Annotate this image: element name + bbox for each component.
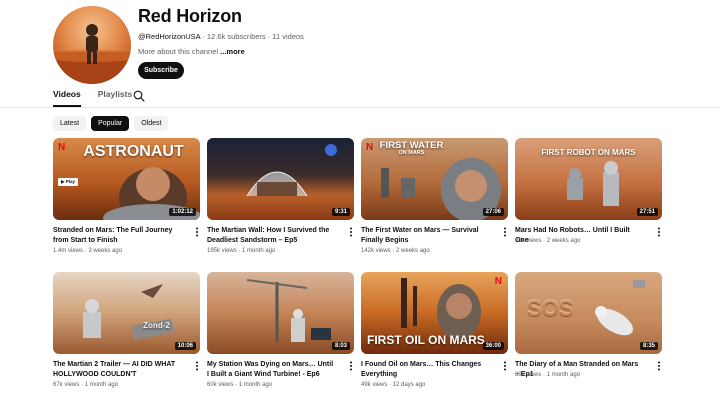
video-card[interactable]: 8:03 My Station Was Dying on Mars… Until… bbox=[207, 272, 354, 388]
thumbnail-title: Zond-2 bbox=[143, 321, 170, 330]
video-duration: 8:35 bbox=[639, 342, 658, 350]
more-vert-icon[interactable] bbox=[502, 227, 508, 237]
video-thumbnail[interactable]: 9:31 bbox=[207, 138, 354, 220]
play-badge-label: Play bbox=[65, 179, 75, 184]
thumbnail-subtitle: ON MARS bbox=[398, 150, 425, 156]
video-title[interactable]: My Station Was Dying on Mars… Until I Bu… bbox=[207, 360, 335, 380]
video-duration: 9:31 bbox=[331, 208, 350, 216]
view-count: 60k views bbox=[207, 382, 234, 388]
chip-latest[interactable]: Latest bbox=[53, 116, 87, 131]
upload-age: 1 month ago bbox=[242, 248, 276, 254]
video-title[interactable]: The First Water on Mars — Survival Final… bbox=[361, 226, 489, 246]
upload-age: 12 days ago bbox=[392, 382, 426, 388]
channel-handle: @RedHorizonUSA bbox=[138, 32, 201, 41]
about-text: More about this channel bbox=[138, 47, 219, 56]
tab-playlists[interactable]: Playlists bbox=[98, 89, 133, 107]
video-card[interactable]: SOS 8:35 The Diary of a Man Stranded on … bbox=[515, 272, 662, 378]
video-card[interactable]: N FIRST OIL ON MARS 36:00 I Found Oil on… bbox=[361, 272, 508, 388]
upload-age: 1 month ago bbox=[84, 382, 119, 388]
video-meta: 142k views · 2 weeks ago bbox=[361, 248, 430, 254]
netflix-badge: N bbox=[494, 276, 502, 287]
netflix-badge: N bbox=[58, 142, 66, 153]
tabs-divider bbox=[0, 107, 720, 108]
video-thumbnail[interactable]: FIRST ROBOT ON MARS 27:51 bbox=[515, 138, 662, 220]
channel-meta: @RedHorizonUSA · 12.6k subscribers · 11 … bbox=[138, 32, 304, 41]
video-card[interactable]: N ASTRONAUT ▶ Play 1:02:12 Stranded on M… bbox=[53, 138, 200, 254]
video-thumbnail[interactable]: Zond-2 10:06 bbox=[53, 272, 200, 354]
thumbnail-title: ASTRONAUT bbox=[83, 143, 184, 160]
video-meta: 39k views · 1 month ago bbox=[515, 372, 580, 378]
video-meta: 1.4m views · 3 weeks ago bbox=[53, 248, 122, 254]
astronaut-avatar-art bbox=[53, 24, 131, 84]
video-thumbnail[interactable]: 8:03 bbox=[207, 272, 354, 354]
view-count: 39k views bbox=[515, 372, 542, 378]
thumbnail-title: SOS bbox=[527, 296, 574, 321]
view-count: 1.4m views bbox=[53, 248, 84, 254]
more-vert-icon[interactable] bbox=[656, 227, 662, 237]
video-count: 11 videos bbox=[272, 32, 304, 41]
video-title[interactable]: Stranded on Mars: The Full Journey from … bbox=[53, 226, 181, 246]
view-count: 81k views bbox=[515, 238, 542, 244]
video-thumbnail[interactable]: N ASTRONAUT ▶ Play 1:02:12 bbox=[53, 138, 200, 220]
channel-about[interactable]: More about this channel ...more bbox=[138, 47, 245, 56]
thumbnail-title: FIRST OIL ON MARS bbox=[367, 333, 485, 347]
upload-age: 1 month ago bbox=[238, 382, 273, 388]
more-vert-icon[interactable] bbox=[502, 361, 508, 371]
subscribe-button[interactable]: Subscribe bbox=[138, 62, 184, 79]
video-title[interactable]: I Found Oil on Mars… This Changes Everyt… bbox=[361, 360, 489, 380]
search-icon[interactable] bbox=[133, 90, 145, 102]
video-duration: 36:00 bbox=[482, 342, 504, 350]
view-count: 49k views bbox=[361, 382, 388, 388]
upload-age: 3 weeks ago bbox=[88, 248, 123, 254]
tab-videos[interactable]: Videos bbox=[53, 89, 81, 107]
subscriber-count: 12.6k subscribers bbox=[206, 32, 266, 41]
video-meta: 60k views · 1 month ago bbox=[207, 382, 272, 388]
view-count: 195k views bbox=[207, 248, 237, 254]
more-link[interactable]: ...more bbox=[220, 47, 245, 56]
video-title[interactable]: The Martian Wall: How I Survived the Dea… bbox=[207, 226, 335, 246]
more-vert-icon[interactable] bbox=[348, 227, 354, 237]
meta-separator: · bbox=[200, 32, 207, 41]
video-card[interactable]: Zond-2 10:06 The Martian 2 Trailer — AI … bbox=[53, 272, 200, 388]
video-title[interactable]: The Martian 2 Trailer — AI DID WHAT HOLL… bbox=[53, 360, 181, 380]
chip-oldest[interactable]: Oldest bbox=[134, 116, 169, 131]
play-badge: ▶ Play bbox=[58, 178, 78, 186]
upload-age: 2 weeks ago bbox=[396, 248, 430, 254]
video-duration: 1:02:12 bbox=[169, 208, 196, 216]
video-meta: 81k views · 2 weeks ago bbox=[515, 238, 580, 244]
chip-popular[interactable]: Popular bbox=[91, 116, 130, 131]
view-count: 67k views bbox=[53, 382, 80, 388]
upload-age: 1 month ago bbox=[546, 372, 581, 378]
channel-avatar[interactable] bbox=[53, 6, 131, 84]
video-card[interactable]: FIRST ROBOT ON MARS 27:51 Mars Had No Ro… bbox=[515, 138, 662, 244]
video-meta: 49k views · 12 days ago bbox=[361, 382, 425, 388]
video-meta: 195k views · 1 month ago bbox=[207, 248, 275, 254]
video-meta: 67k views · 1 month ago bbox=[53, 382, 118, 388]
video-duration: 27:06 bbox=[482, 208, 504, 216]
video-thumbnail[interactable]: N FIRST OIL ON MARS 36:00 bbox=[361, 272, 508, 354]
more-vert-icon[interactable] bbox=[656, 361, 662, 371]
more-vert-icon[interactable] bbox=[194, 361, 200, 371]
thumbnail-title: FIRST ROBOT ON MARS bbox=[541, 148, 636, 157]
video-card[interactable]: 9:31 The Martian Wall: How I Survived th… bbox=[207, 138, 354, 254]
upload-age: 2 weeks ago bbox=[546, 238, 581, 244]
more-vert-icon[interactable] bbox=[348, 361, 354, 371]
video-duration: 10:06 bbox=[174, 342, 196, 350]
channel-name: Red Horizon bbox=[138, 6, 242, 26]
view-count: 142k views bbox=[361, 248, 391, 254]
video-duration: 27:51 bbox=[636, 208, 658, 216]
video-thumbnail[interactable]: N FIRST WATER ON MARS 27:06 bbox=[361, 138, 508, 220]
video-card[interactable]: N FIRST WATER ON MARS 27:06 The First Wa… bbox=[361, 138, 508, 254]
more-vert-icon[interactable] bbox=[194, 227, 200, 237]
sort-chips: Latest Popular Oldest bbox=[53, 116, 169, 131]
video-duration: 8:03 bbox=[331, 342, 350, 350]
video-thumbnail[interactable]: SOS 8:35 bbox=[515, 272, 662, 354]
